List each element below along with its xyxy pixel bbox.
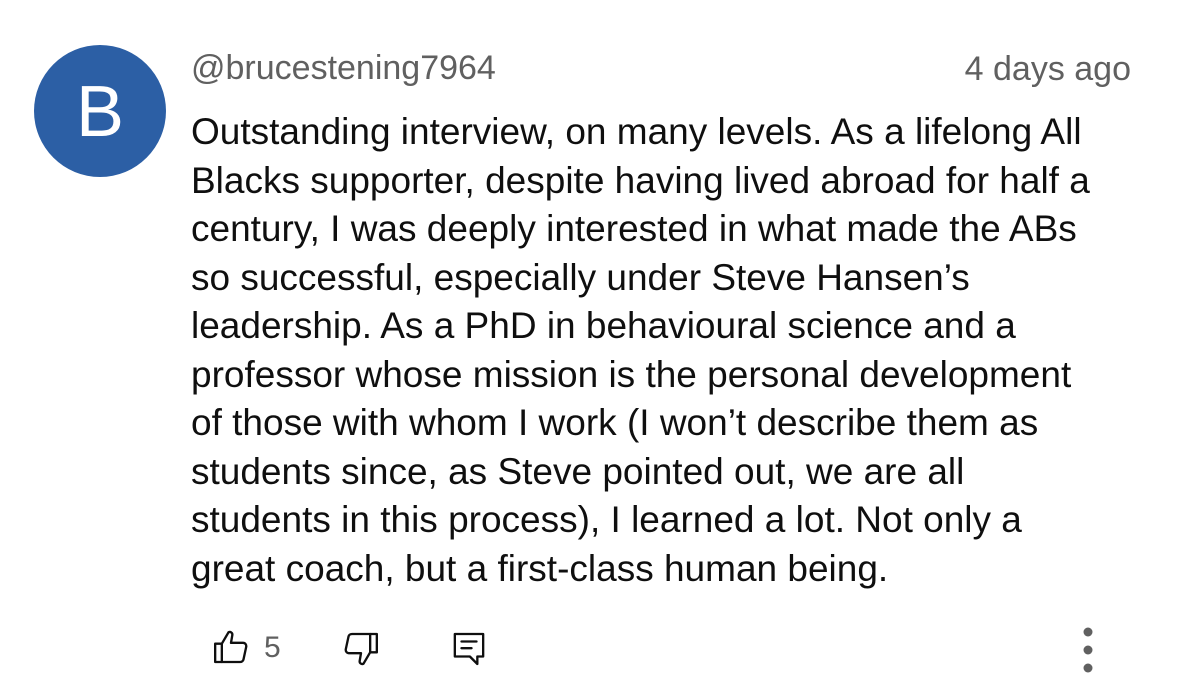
like-button[interactable] [208, 624, 254, 670]
thumbs-up-icon [211, 627, 251, 667]
comment-line: century, I was deeply interested in what… [191, 208, 1077, 249]
comment-line: students since, as Steve pointed out, we… [191, 450, 965, 492]
like-count: 5 [264, 631, 281, 664]
dislike-button[interactable] [338, 626, 384, 672]
comment-author[interactable]: @brucestening7964 [191, 48, 496, 88]
reply-icon [449, 629, 489, 669]
comment-line: great coach, but a first-class human bei… [191, 547, 889, 589]
avatar-letter: B [75, 72, 125, 152]
comment-line: professor whose mission is the personal … [191, 353, 1072, 395]
reply-button[interactable] [446, 626, 492, 672]
comment-line: Outstanding interview, on many levels. A… [191, 111, 1082, 152]
comment-line: so successful, especially under Steve Ha… [191, 256, 970, 298]
comment-line: of those with whom I work (I won’t descr… [191, 402, 1039, 443]
comment-line: Blacks supporter, despite having lived a… [191, 159, 1090, 201]
avatar[interactable]: B [34, 45, 166, 177]
thumbs-down-icon [341, 629, 381, 669]
comment-line: students in this process), I learned a l… [191, 499, 1022, 540]
comment-line: leadership. As a PhD in behavioural scie… [191, 305, 1016, 346]
more-options-button[interactable] [1070, 622, 1106, 678]
comment-text: Outstanding interview, on many levels. A… [191, 108, 1181, 593]
comment-timestamp[interactable]: 4 days ago [965, 49, 1131, 89]
more-vert-icon [1081, 625, 1095, 675]
